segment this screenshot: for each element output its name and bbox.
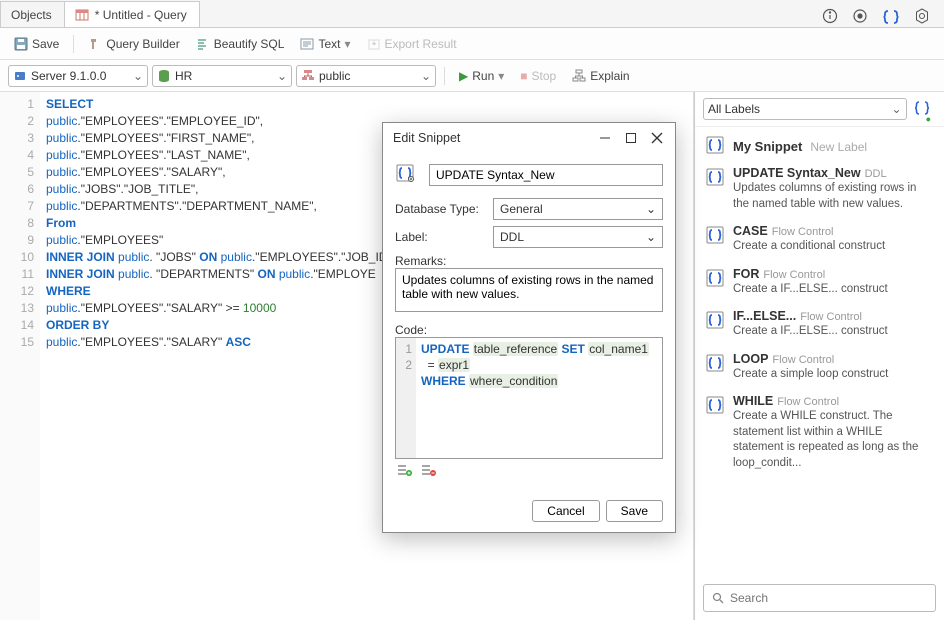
chevron-down-icon: ⌄ bbox=[277, 69, 287, 83]
remarks-label: Remarks: bbox=[395, 254, 663, 268]
tab-query-label: * Untitled - Query bbox=[95, 8, 187, 22]
refresh-snippets-icon[interactable]: ● bbox=[913, 99, 936, 120]
target-icon[interactable] bbox=[852, 8, 868, 29]
snippet-search[interactable] bbox=[703, 584, 936, 612]
snippets-panel: All Labels ⌄ ● My Snippet New Label UPDA… bbox=[694, 92, 944, 620]
explain-icon bbox=[572, 69, 586, 83]
beautify-icon bbox=[196, 37, 210, 51]
toolbar-primary: Save Query Builder Beautify SQL Text ▾ E… bbox=[0, 28, 944, 60]
minimize-button[interactable] bbox=[597, 130, 613, 146]
snippets-icon[interactable] bbox=[882, 8, 900, 29]
play-icon: ▶ bbox=[459, 69, 468, 83]
explain-label: Explain bbox=[590, 69, 629, 83]
chevron-down-icon: ⌄ bbox=[133, 69, 143, 83]
beautify-label: Beautify SQL bbox=[214, 37, 285, 51]
remarks-input[interactable] bbox=[395, 268, 663, 312]
edit-snippet-dialog: Edit Snippet Database Type: General⌄ Lab… bbox=[382, 122, 676, 533]
tab-query[interactable]: * Untitled - Query bbox=[64, 1, 200, 27]
tab-objects-label: Objects bbox=[11, 8, 52, 22]
snippet-header-sub: New Label bbox=[810, 140, 867, 154]
save-icon bbox=[14, 37, 28, 51]
toolbar-secondary: Server 9.1.0.0 ⌄ HR ⌄ public ⌄ ▶ Run ▾ ■… bbox=[0, 60, 944, 92]
db-type-select[interactable]: General⌄ bbox=[493, 198, 663, 220]
label-filter-combo[interactable]: All Labels ⌄ bbox=[703, 98, 907, 120]
snippet-code-editor[interactable]: 12 UPDATE table_reference SET col_name1 … bbox=[395, 337, 663, 459]
database-icon bbox=[157, 69, 171, 83]
export-label: Export Result bbox=[385, 37, 457, 51]
hammer-icon bbox=[88, 37, 102, 51]
label-select[interactable]: DDL⌄ bbox=[493, 226, 663, 248]
beautify-button[interactable]: Beautify SQL bbox=[190, 34, 291, 54]
chevron-down-icon: ⌄ bbox=[421, 69, 431, 83]
text-label: Text bbox=[318, 37, 340, 51]
snippet-item[interactable]: IF...ELSE...Flow Control Create a IF...E… bbox=[695, 303, 944, 346]
save-button[interactable]: Save bbox=[8, 34, 65, 54]
code-label: Code: bbox=[395, 323, 663, 337]
tab-objects[interactable]: Objects bbox=[0, 1, 65, 27]
snippet-icon bbox=[395, 163, 419, 186]
stop-icon: ■ bbox=[520, 69, 527, 83]
schema-label: public bbox=[319, 69, 350, 83]
search-input[interactable] bbox=[730, 591, 927, 605]
snippet-icon bbox=[705, 404, 725, 418]
server-combo[interactable]: Server 9.1.0.0 ⌄ bbox=[8, 65, 148, 87]
chevron-down-icon: ⌄ bbox=[892, 102, 902, 116]
run-label: Run bbox=[472, 69, 494, 83]
editor-tabs: Objects * Untitled - Query bbox=[0, 0, 944, 28]
label-filter-value: All Labels bbox=[708, 102, 760, 116]
export-result-button: Export Result bbox=[361, 34, 463, 54]
snippet-name-input[interactable] bbox=[429, 164, 663, 186]
snippet-item[interactable]: UPDATE Syntax_NewDDL Updates columns of … bbox=[695, 160, 944, 218]
text-icon bbox=[300, 37, 314, 51]
snippet-icon bbox=[705, 176, 725, 190]
stop-button: ■ Stop bbox=[514, 66, 562, 86]
snippet-item[interactable]: CASEFlow Control Create a conditional co… bbox=[695, 218, 944, 261]
chevron-down-icon: ▾ bbox=[498, 69, 504, 83]
snippet-icon bbox=[705, 234, 725, 248]
chevron-down-icon: ⌄ bbox=[646, 230, 656, 244]
code-content: SELECTpublic."EMPLOYEES"."EMPLOYEE_ID",p… bbox=[40, 92, 398, 620]
server-label: Server 9.1.0.0 bbox=[31, 69, 106, 83]
maximize-button[interactable] bbox=[623, 130, 639, 146]
remove-param-icon[interactable] bbox=[421, 463, 437, 480]
dialog-title: Edit Snippet bbox=[393, 131, 460, 145]
dialog-save-button[interactable]: Save bbox=[606, 500, 663, 522]
cancel-button[interactable]: Cancel bbox=[532, 500, 599, 522]
snippet-header-title: My Snippet bbox=[733, 139, 802, 154]
label-label: Label: bbox=[395, 230, 485, 244]
snippet-item[interactable]: WHILEFlow Control Create a WHILE constru… bbox=[695, 388, 944, 477]
query-builder-button[interactable]: Query Builder bbox=[82, 34, 185, 54]
close-button[interactable] bbox=[649, 130, 665, 146]
line-gutter: 123456789101112131415 bbox=[0, 92, 40, 620]
add-param-icon[interactable] bbox=[397, 463, 413, 480]
settings-icon[interactable] bbox=[914, 8, 930, 29]
export-icon bbox=[367, 37, 381, 51]
database-combo[interactable]: HR ⌄ bbox=[152, 65, 292, 87]
server-icon bbox=[13, 69, 27, 83]
snippet-icon bbox=[705, 362, 725, 376]
db-type-label: Database Type: bbox=[395, 202, 485, 216]
snippet-icon bbox=[705, 277, 725, 291]
info-icon[interactable] bbox=[822, 8, 838, 29]
snippet-icon bbox=[705, 319, 725, 333]
schema-combo[interactable]: public ⌄ bbox=[296, 65, 436, 87]
schema-icon bbox=[301, 69, 315, 83]
snippet-header-icon bbox=[705, 135, 725, 158]
snippet-item[interactable]: LOOPFlow Control Create a simple loop co… bbox=[695, 346, 944, 389]
search-icon bbox=[712, 592, 724, 604]
db-label: HR bbox=[175, 69, 192, 83]
table-icon bbox=[75, 8, 89, 22]
explain-button[interactable]: Explain bbox=[566, 66, 635, 86]
chevron-down-icon: ▾ bbox=[344, 37, 350, 51]
text-button[interactable]: Text ▾ bbox=[294, 34, 356, 54]
snippet-item[interactable]: FORFlow Control Create a IF...ELSE... co… bbox=[695, 261, 944, 304]
qb-label: Query Builder bbox=[106, 37, 179, 51]
save-label: Save bbox=[32, 37, 59, 51]
chevron-down-icon: ⌄ bbox=[646, 202, 656, 216]
run-button[interactable]: ▶ Run ▾ bbox=[453, 66, 510, 86]
stop-label: Stop bbox=[532, 69, 557, 83]
